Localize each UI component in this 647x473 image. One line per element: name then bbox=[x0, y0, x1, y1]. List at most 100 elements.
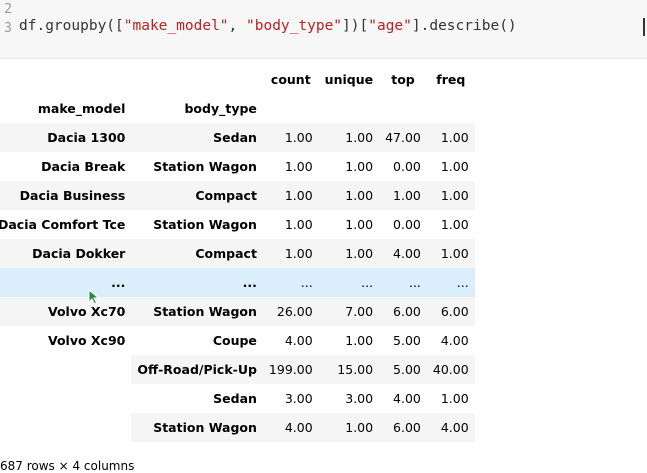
cell-freq: 4.00 bbox=[440, 420, 469, 435]
row-index-body-type: Off-Road/Pick-Up bbox=[137, 362, 257, 377]
column-header-unique: unique bbox=[324, 72, 374, 87]
cell-freq: 1.00 bbox=[440, 159, 469, 174]
row-index-body-type: Compact bbox=[195, 246, 257, 261]
cell-freq: 1.00 bbox=[440, 130, 469, 145]
cell-unique: 1.00 bbox=[345, 188, 374, 203]
cell-top: 4.00 bbox=[393, 391, 421, 406]
cell-count: ... bbox=[300, 275, 313, 290]
cell-freq: 1.00 bbox=[440, 188, 469, 203]
row-index-body-type: Sedan bbox=[213, 391, 257, 406]
row-index-body-type: Compact bbox=[195, 188, 257, 203]
row-index-body-type: Station Wagon bbox=[153, 159, 257, 174]
cell-top: 1.00 bbox=[393, 188, 421, 203]
table-row: Sedan 3.00 3.00 4.00 1.00 bbox=[0, 384, 475, 413]
cell-unique: 1.00 bbox=[345, 420, 374, 435]
header-blank bbox=[319, 94, 379, 123]
row-index-make-model bbox=[0, 384, 132, 413]
cell-count: 26.00 bbox=[276, 304, 313, 319]
column-header-count: count bbox=[270, 72, 311, 87]
cell-top: 6.00 bbox=[393, 304, 421, 319]
row-index-make-model bbox=[0, 355, 132, 384]
code-line[interactable]: df.groupby(["make_model", "body_type"])[… bbox=[19, 18, 517, 34]
cell-top: 5.00 bbox=[393, 333, 421, 348]
cell-unique: 7.00 bbox=[345, 304, 374, 319]
index-name-row: make_model body_type bbox=[0, 94, 475, 123]
row-index-make-model bbox=[0, 413, 132, 442]
cell-count: 199.00 bbox=[268, 362, 313, 377]
column-header-freq: freq bbox=[436, 72, 466, 87]
code-token: ].describe() bbox=[411, 18, 517, 34]
cell-unique: 1.00 bbox=[345, 246, 374, 261]
header-blank bbox=[379, 94, 427, 123]
row-index-body-type: ... bbox=[242, 275, 257, 290]
cell-unique: 3.00 bbox=[345, 391, 374, 406]
cell-count: 4.00 bbox=[284, 333, 313, 348]
cell-unique: 1.00 bbox=[345, 130, 374, 145]
table-row: Dacia Dokker Compact 1.00 1.00 4.00 1.00 bbox=[0, 239, 475, 268]
cell-count: 1.00 bbox=[284, 217, 313, 232]
table-row: Dacia Break Station Wagon 1.00 1.00 0.00 1.00 bbox=[0, 152, 475, 181]
cell-unique: 1.00 bbox=[345, 159, 374, 174]
header-blank bbox=[0, 65, 131, 94]
cell-unique: 15.00 bbox=[337, 362, 374, 377]
cell-freq: 1.00 bbox=[440, 246, 469, 261]
row-index-body-type: Sedan bbox=[213, 130, 257, 145]
row-index-make-model: ... bbox=[111, 275, 126, 290]
index-name-body-type: body_type bbox=[184, 101, 257, 116]
cell-unique: 1.00 bbox=[345, 217, 374, 232]
row-index-body-type: Station Wagon bbox=[153, 304, 257, 319]
table-row: Dacia Business Compact 1.00 1.00 1.00 1.00 bbox=[0, 181, 475, 210]
table-row: Off-Road/Pick-Up 199.00 15.00 5.00 40.00 bbox=[0, 355, 475, 384]
table-row: .................. bbox=[0, 268, 475, 297]
code-string-token: "make_model" bbox=[123, 18, 229, 34]
cell-count: 1.00 bbox=[284, 188, 313, 203]
mouse-cursor-icon bbox=[88, 289, 100, 305]
line-number-gutter: 2 3 bbox=[0, 0, 16, 58]
row-index-body-type: Coupe bbox=[212, 333, 257, 348]
table-row: Dacia Comfort Tce Station Wagon 1.00 1.00 0.… bbox=[0, 210, 475, 239]
dataframe-shape-text: 687 rows × 4 columns bbox=[0, 459, 135, 473]
column-header-top: top bbox=[391, 72, 415, 87]
cell-top: ... bbox=[408, 275, 421, 290]
row-index-make-model: Dacia Dokker bbox=[32, 246, 126, 261]
cell-top: 0.00 bbox=[393, 159, 421, 174]
cell-top: 0.00 bbox=[393, 217, 421, 232]
table-row: Dacia 1300 Sedan 1.00 1.00 47.00 1.00 bbox=[0, 123, 475, 152]
code-token: , bbox=[228, 18, 246, 34]
cell-top: 4.00 bbox=[393, 246, 421, 261]
cell-top: 5.00 bbox=[393, 362, 421, 377]
row-index-body-type: Station Wagon bbox=[153, 420, 257, 435]
code-string-token: "body_type" bbox=[246, 18, 343, 34]
row-index-make-model: Dacia 1300 bbox=[47, 130, 126, 145]
cell-count: 1.00 bbox=[284, 159, 313, 174]
cell-count: 1.00 bbox=[284, 130, 313, 145]
header-blank bbox=[131, 65, 263, 94]
cell-freq: 1.00 bbox=[440, 391, 469, 406]
column-header-row: count unique top freq bbox=[0, 65, 475, 94]
table-row: Station Wagon 4.00 1.00 6.00 4.00 bbox=[0, 413, 475, 442]
line-number: 3 bbox=[4, 21, 12, 36]
cell-unique: ... bbox=[361, 275, 374, 290]
cell-count: 3.00 bbox=[284, 391, 313, 406]
row-index-make-model: Volvo Xc70 bbox=[47, 304, 126, 319]
cell-freq: 6.00 bbox=[440, 304, 469, 319]
row-index-make-model: Volvo Xc90 bbox=[47, 333, 126, 348]
header-blank bbox=[263, 94, 319, 123]
row-index-make-model: Dacia Comfort Tce bbox=[0, 217, 126, 232]
row-index-body-type: Station Wagon bbox=[153, 217, 257, 232]
dataframe-output-table: count unique top freq make_model body_ty… bbox=[0, 65, 475, 442]
row-index-make-model: Dacia Break bbox=[41, 159, 126, 174]
code-string-token: "age" bbox=[368, 18, 412, 34]
code-cell[interactable]: 2 3 df.groupby(["make_model", "body_type… bbox=[0, 0, 647, 59]
cell-freq: 40.00 bbox=[432, 362, 469, 377]
cell-top: 6.00 bbox=[393, 420, 421, 435]
cell-unique: 1.00 bbox=[345, 333, 374, 348]
header-blank bbox=[427, 94, 475, 123]
cell-freq: 1.00 bbox=[440, 217, 469, 232]
cell-freq: 4.00 bbox=[440, 333, 469, 348]
code-token: df.groupby([ bbox=[19, 18, 124, 34]
table-row: Volvo Xc90 Coupe 4.00 1.00 5.00 4.00 bbox=[0, 326, 475, 355]
row-index-make-model: Dacia Business bbox=[19, 188, 126, 203]
text-caret bbox=[643, 18, 645, 36]
cell-count: 4.00 bbox=[284, 420, 313, 435]
